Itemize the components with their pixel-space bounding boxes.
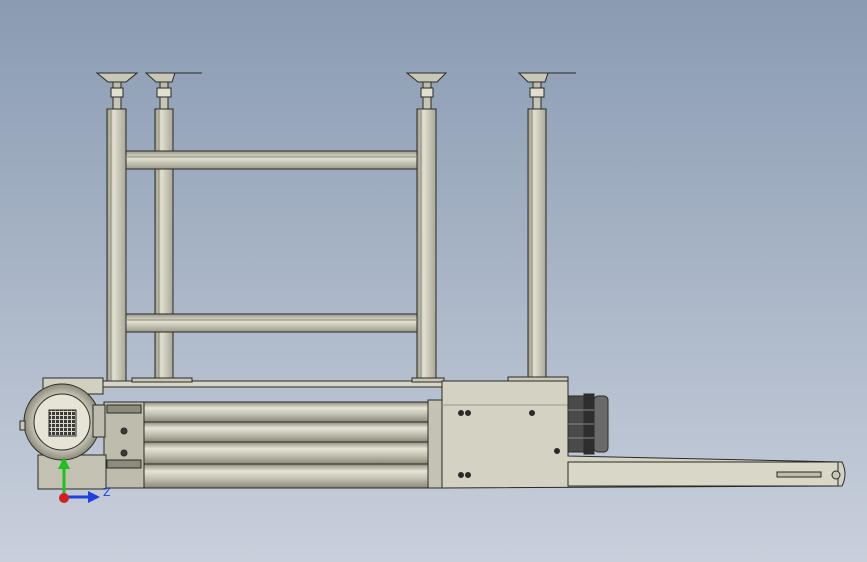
model-canvas: Z bbox=[0, 0, 867, 562]
drive-motor bbox=[567, 393, 609, 455]
frame-leg bbox=[106, 108, 127, 385]
fan-grill bbox=[48, 409, 77, 437]
cross-beam-upper bbox=[125, 150, 418, 170]
frame-leg bbox=[416, 108, 437, 385]
frame-leg bbox=[527, 108, 547, 382]
x-axis-origin bbox=[59, 493, 69, 503]
roller-set bbox=[103, 401, 435, 489]
frame-leg bbox=[154, 108, 174, 385]
z-axis-label: Z bbox=[103, 486, 111, 499]
cad-viewport[interactable]: Z bbox=[0, 0, 867, 562]
cross-beam-lower bbox=[125, 313, 418, 333]
